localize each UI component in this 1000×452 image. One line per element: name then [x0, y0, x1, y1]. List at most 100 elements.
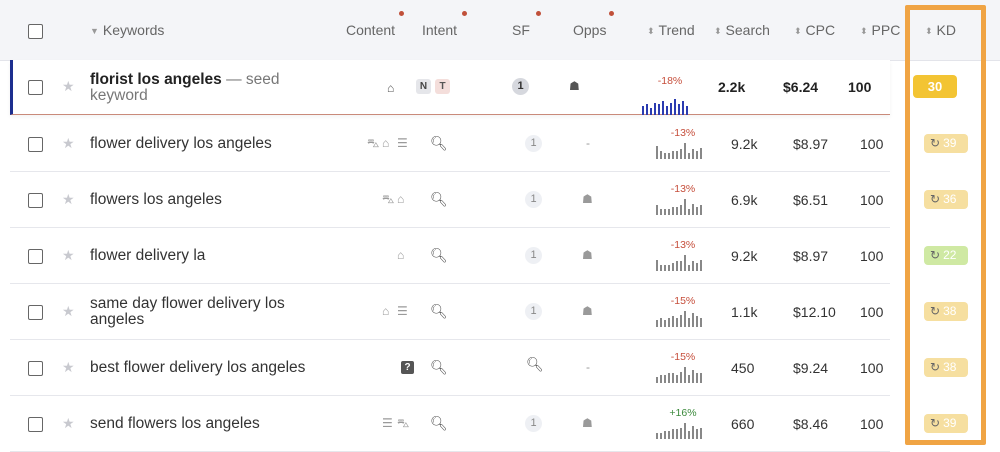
star-icon[interactable]: ★ — [62, 135, 75, 152]
trend-bar — [692, 261, 694, 271]
trend-bar — [676, 375, 678, 383]
sf-count-badge[interactable]: 1 — [525, 191, 542, 208]
col-intent[interactable]: Intent — [422, 22, 457, 38]
trend-bar — [668, 152, 670, 159]
row-checkbox[interactable] — [28, 417, 43, 432]
row-checkbox[interactable] — [28, 193, 43, 208]
trend-bar — [678, 104, 680, 115]
trend-bar — [696, 373, 698, 383]
trend-bar — [656, 376, 658, 383]
col-search[interactable]: ⬍ Search — [714, 22, 770, 38]
kd-badge[interactable]: ↻ 38 — [924, 358, 968, 377]
star-icon[interactable]: ★ — [62, 415, 75, 432]
col-opps[interactable]: Opps — [573, 22, 606, 38]
trend-bar — [700, 318, 702, 327]
sf-count-badge[interactable]: 1 — [512, 78, 529, 95]
keyword-link[interactable]: flower delivery los angeles — [90, 136, 340, 152]
row-checkbox[interactable] — [28, 80, 43, 95]
kd-badge[interactable]: ↻ 38 — [924, 302, 968, 321]
refresh-icon[interactable]: ↻ — [930, 192, 940, 206]
cpc-value: $6.51 — [793, 192, 829, 208]
search-icon[interactable]: 🔍︎ — [430, 303, 448, 320]
keyword-link[interactable]: send flowers los angeles — [90, 416, 340, 432]
trend-bar — [660, 432, 662, 439]
refresh-icon[interactable]: ↻ — [930, 136, 940, 150]
keyword-link[interactable]: flowers los angeles — [90, 192, 340, 208]
trend-bar — [692, 149, 694, 159]
col-ppc[interactable]: ⬍ PPC — [860, 22, 900, 38]
kd-badge[interactable]: 30 — [913, 75, 957, 98]
cpc-value: $8.97 — [793, 136, 829, 152]
col-content[interactable]: Content — [346, 22, 395, 38]
trend-bar — [668, 318, 670, 327]
keyword-link[interactable]: best flower delivery los angeles — [90, 360, 340, 376]
row-checkbox[interactable] — [28, 361, 43, 376]
sf-count-badge[interactable]: 1 — [525, 303, 542, 320]
keyword-table: ▼ Keywords Content Intent SF Opps ⬍ Trend … — [0, 0, 1000, 452]
star-icon[interactable]: ★ — [62, 359, 75, 376]
trend-bar — [668, 373, 670, 383]
trend-sparkline — [656, 143, 704, 159]
search-icon[interactable]: 🔍︎ — [430, 415, 448, 432]
search-icon[interactable]: 🔍︎ — [526, 356, 544, 373]
trend-bar — [664, 375, 666, 383]
kd-badge[interactable]: ↻ 36 — [924, 190, 968, 209]
refresh-icon[interactable]: ↻ — [930, 416, 940, 430]
sf-count-badge[interactable]: 1 — [525, 135, 542, 152]
trend-bar — [680, 205, 682, 215]
search-icon[interactable]: 🔍︎ — [430, 247, 448, 264]
row-checkbox[interactable] — [28, 137, 43, 152]
refresh-icon[interactable]: ↻ — [930, 248, 940, 262]
kd-badge[interactable]: ↻ 39 — [924, 134, 968, 153]
trend-bar — [642, 106, 644, 115]
col-cpc[interactable]: ⬍ CPC — [794, 22, 835, 38]
sort-icon: ⬍ — [860, 26, 868, 36]
trend-bar — [670, 102, 672, 115]
col-keywords[interactable]: ▼ Keywords — [90, 22, 164, 38]
trend-bar — [672, 263, 674, 271]
trend-sparkline — [656, 423, 704, 439]
trend-bar — [680, 371, 682, 383]
trend-bar — [664, 208, 666, 215]
trend-bar — [664, 152, 666, 159]
star-icon[interactable]: ★ — [62, 247, 75, 264]
search-icon[interactable]: 🔍︎ — [430, 191, 448, 208]
trend-bar — [672, 207, 674, 215]
star-icon[interactable]: ★ — [62, 191, 75, 208]
trend-bar — [680, 427, 682, 439]
row-checkbox[interactable] — [28, 249, 43, 264]
trend-bar — [684, 255, 686, 271]
col-trend[interactable]: ⬍ Trend — [647, 22, 695, 38]
opps-empty: - — [586, 136, 590, 150]
trend-bar — [664, 319, 666, 327]
search-icon[interactable]: 🔍︎ — [430, 359, 448, 376]
trend-bar — [672, 151, 674, 159]
kd-badge[interactable]: ↻ 22 — [924, 246, 968, 265]
select-all-checkbox[interactable] — [28, 24, 43, 39]
trend-bar — [688, 208, 690, 215]
kd-badge[interactable]: ↻ 39 — [924, 414, 968, 433]
col-sf[interactable]: SF — [512, 22, 530, 38]
keyword-link[interactable]: flower delivery la — [90, 248, 340, 264]
search-icon[interactable]: 🔍︎ — [430, 135, 448, 152]
refresh-icon[interactable]: ↻ — [930, 304, 940, 318]
trend-bar — [692, 370, 694, 383]
home-icon: ⌂ — [397, 192, 405, 206]
search-volume: 660 — [731, 416, 755, 432]
cpc-value: $12.10 — [793, 304, 836, 320]
sort-icon: ⬍ — [925, 26, 933, 36]
intent-transactional-badge: T — [435, 79, 450, 94]
sf-count-badge[interactable]: 1 — [525, 415, 542, 432]
col-kd[interactable]: ⬍ KD — [925, 22, 956, 38]
sf-count-badge[interactable]: 1 — [525, 247, 542, 264]
ppc-value: 100 — [860, 136, 884, 152]
star-icon[interactable]: ★ — [62, 78, 75, 95]
star-icon[interactable]: ★ — [62, 303, 75, 320]
keyword-link[interactable]: same day flower delivery los angeles — [90, 296, 340, 328]
refresh-icon[interactable]: ↻ — [930, 360, 940, 374]
trend-bar — [660, 318, 662, 327]
cpc-value: $9.24 — [793, 360, 829, 376]
row-checkbox[interactable] — [28, 305, 43, 320]
seed-keyword[interactable]: florist los angeles — seed keyword — [90, 72, 340, 104]
ppc-value: 100 — [860, 304, 884, 320]
